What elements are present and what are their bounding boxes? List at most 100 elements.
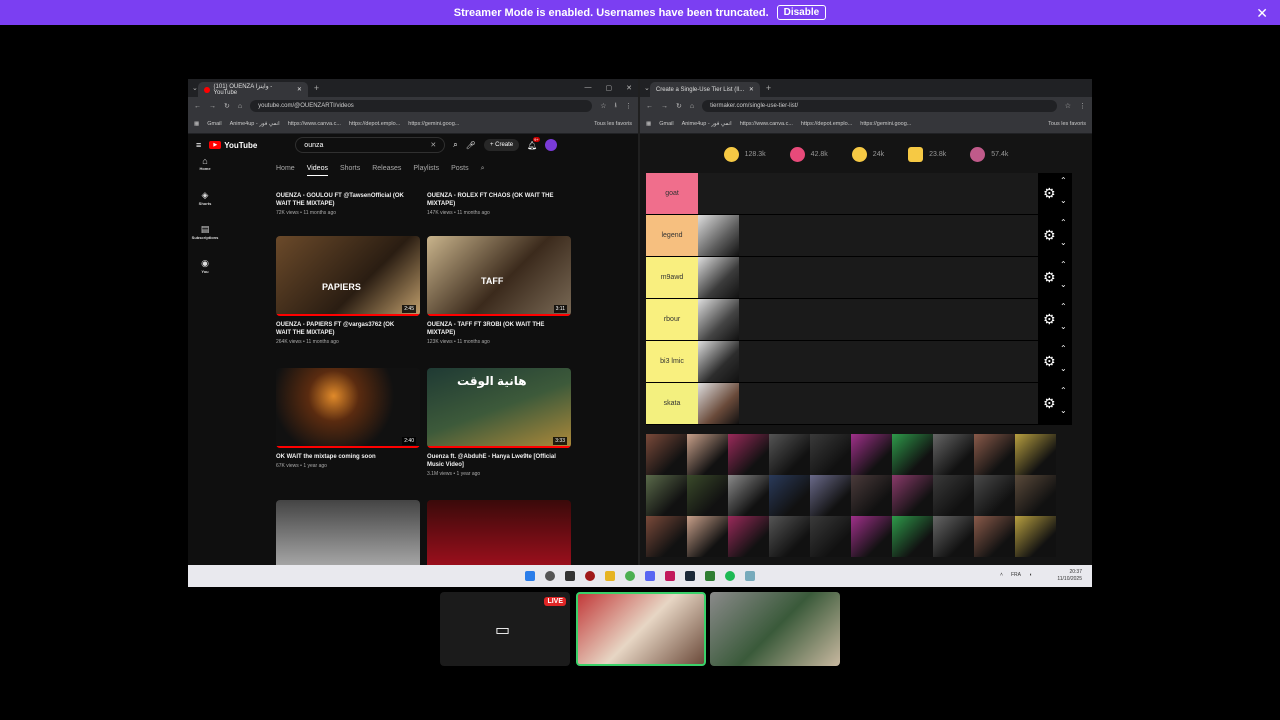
video-title[interactable]: OUENZA - TAFF FT 3ROBI (OK WAIT THE MIXT… bbox=[427, 321, 571, 337]
home-icon[interactable]: ⌂ bbox=[238, 103, 242, 110]
video-title[interactable]: OK WAIT the mixtape coming soon bbox=[276, 453, 420, 461]
pool-item[interactable] bbox=[687, 475, 728, 516]
disable-button[interactable]: Disable bbox=[776, 5, 827, 20]
pool-item[interactable] bbox=[892, 434, 933, 475]
tab-list-icon[interactable]: ⌄ bbox=[644, 84, 650, 92]
close-tab-icon[interactable]: ✕ bbox=[297, 86, 302, 93]
new-tab-icon[interactable]: + bbox=[766, 83, 771, 93]
reaction-hands[interactable]: 23.8k bbox=[908, 146, 946, 162]
nav-you[interactable]: ◉ You bbox=[188, 258, 222, 292]
nav-home[interactable]: ⌂ Home bbox=[188, 156, 222, 190]
pool-item[interactable] bbox=[974, 475, 1015, 516]
close-tab-icon[interactable]: ✕ bbox=[749, 86, 754, 93]
chevron-up-icon[interactable]: ⌃ bbox=[1060, 344, 1067, 353]
chevron-down-icon[interactable]: ⌄ bbox=[1060, 322, 1067, 331]
pool-item[interactable] bbox=[769, 434, 810, 475]
home-icon[interactable]: ⌂ bbox=[690, 103, 694, 110]
pool-item[interactable] bbox=[769, 475, 810, 516]
back-icon[interactable]: ← bbox=[194, 103, 201, 110]
pool-item[interactable] bbox=[1015, 516, 1056, 557]
pool-item[interactable] bbox=[646, 516, 687, 557]
chrome-icon[interactable] bbox=[625, 571, 635, 581]
browser-tab-youtube[interactable]: (101) OUENZA واينزا - YouTube ✕ bbox=[197, 82, 308, 97]
app-icon[interactable] bbox=[745, 571, 755, 581]
pool-item[interactable] bbox=[1015, 475, 1056, 516]
video-title[interactable]: OUENZA - PAPIERS FT @vargas3762 (OK WAIT… bbox=[276, 321, 420, 337]
bookmark-depot[interactable]: https://depot.emplo... bbox=[801, 121, 852, 127]
search-icon[interactable] bbox=[545, 571, 555, 581]
pool-item[interactable] bbox=[892, 516, 933, 557]
pool-item[interactable] bbox=[974, 434, 1015, 475]
gear-icon[interactable]: ⚙ bbox=[1043, 311, 1056, 328]
pool-item[interactable] bbox=[1015, 434, 1056, 475]
maximize-icon[interactable]: ▢ bbox=[606, 84, 613, 92]
video-thumbnail[interactable]: PAPIERS 2:45 bbox=[276, 236, 420, 316]
task-view-icon[interactable] bbox=[565, 571, 575, 581]
apps-icon[interactable]: ▦ bbox=[646, 121, 651, 127]
reload-icon[interactable]: ↻ bbox=[676, 102, 682, 110]
video-title[interactable]: OUENZA - ROLEX FT CHAOS (OK WAIT THE MIX… bbox=[427, 192, 571, 208]
tier-item[interactable] bbox=[698, 215, 739, 256]
video-card[interactable]: 2:40 OK WAIT the mixtape coming soon 67K… bbox=[276, 368, 420, 469]
pool-item[interactable] bbox=[646, 434, 687, 475]
tab-home[interactable]: Home bbox=[276, 165, 295, 176]
video-thumbnail[interactable]: هانية الوقت 3:33 bbox=[427, 368, 571, 448]
bookmark-canva[interactable]: https://www.canva.c... bbox=[288, 121, 341, 127]
webcam-tile[interactable] bbox=[576, 592, 706, 666]
pool-item[interactable] bbox=[646, 475, 687, 516]
bookmark-all-favorites[interactable]: Tous les favoris bbox=[1048, 121, 1086, 127]
tier-item[interactable] bbox=[698, 257, 739, 298]
youtube-logo[interactable]: ▶ YouTube bbox=[209, 141, 257, 150]
mic-icon[interactable]: 🎤︎ bbox=[466, 141, 476, 150]
apps-icon[interactable]: ▦ bbox=[194, 121, 199, 127]
webcam-tile[interactable] bbox=[710, 592, 840, 666]
app-icon[interactable] bbox=[665, 571, 675, 581]
browser-tab-tiermaker[interactable]: Create a Single-Use Tier List (Il... ✕ bbox=[649, 82, 760, 97]
chevron-up-icon[interactable]: ˄ bbox=[1000, 572, 1003, 578]
discord-icon[interactable] bbox=[645, 571, 655, 581]
video-card[interactable]: هانية الوقت 3:33 Ouenza ft. @AbduhE - Ha… bbox=[427, 368, 571, 477]
video-card[interactable]: PAPIERS 2:45 OUENZA - PAPIERS FT @vargas… bbox=[276, 236, 420, 345]
create-button[interactable]: + Create bbox=[483, 139, 520, 151]
pool-item[interactable] bbox=[892, 475, 933, 516]
chevron-down-icon[interactable]: ⌄ bbox=[1060, 238, 1067, 247]
reaction-heart-eyes[interactable]: 42.8k bbox=[789, 146, 828, 162]
tier-label[interactable]: legend bbox=[646, 215, 698, 256]
reaction-laugh[interactable]: 24k bbox=[851, 146, 884, 162]
star-icon[interactable]: ☆ bbox=[1065, 102, 1071, 110]
pool-item[interactable] bbox=[687, 516, 728, 557]
gear-icon[interactable]: ⚙ bbox=[1043, 269, 1056, 286]
start-icon[interactable] bbox=[525, 571, 535, 581]
pool-item[interactable] bbox=[810, 475, 851, 516]
close-icon[interactable]: ✕ bbox=[1256, 5, 1268, 22]
menu-icon[interactable]: ⋮ bbox=[625, 102, 632, 110]
pool-item[interactable] bbox=[728, 434, 769, 475]
video-title[interactable]: Ouenza ft. @AbduhE - Hanya Lwe9te [Offic… bbox=[427, 453, 571, 469]
minimize-icon[interactable]: — bbox=[585, 84, 592, 92]
pool-item[interactable] bbox=[974, 516, 1015, 557]
tier-item[interactable] bbox=[698, 341, 739, 382]
video-thumbnail[interactable] bbox=[276, 500, 420, 565]
search-icon[interactable]: ⌕ bbox=[453, 140, 457, 150]
back-icon[interactable]: ← bbox=[646, 103, 653, 110]
pool-item[interactable] bbox=[810, 434, 851, 475]
bookmark-canva[interactable]: https://www.canva.c... bbox=[740, 121, 793, 127]
video-thumbnail[interactable]: TAFF 3:11 bbox=[427, 236, 571, 316]
tier-label[interactable]: bi3 lmic bbox=[646, 341, 698, 382]
bookmark-anime4up[interactable]: Anime4up - انمي فور bbox=[682, 121, 732, 127]
chevron-down-icon[interactable]: ⌄ bbox=[1060, 364, 1067, 373]
tab-releases[interactable]: Releases bbox=[372, 165, 401, 176]
video-card[interactable]: TAFF 3:11 OUENZA - TAFF FT 3ROBI (OK WAI… bbox=[427, 236, 571, 345]
gear-icon[interactable]: ⚙ bbox=[1043, 185, 1056, 202]
reaction-smile[interactable]: 128.3k bbox=[723, 146, 766, 162]
close-window-icon[interactable]: ✕ bbox=[626, 84, 632, 92]
video-thumbnail[interactable] bbox=[427, 500, 571, 565]
video-card[interactable]: OUENZA - GOULOU FT @TawsenOfficial (OK W… bbox=[276, 192, 420, 216]
gear-icon[interactable]: ⚙ bbox=[1043, 227, 1056, 244]
bookmark-gemini[interactable]: https://gemini.goog... bbox=[860, 121, 911, 127]
file-explorer-icon[interactable] bbox=[605, 571, 615, 581]
steam-icon[interactable] bbox=[685, 571, 695, 581]
chevron-up-icon[interactable]: ⌃ bbox=[1060, 386, 1067, 395]
reload-icon[interactable]: ↻ bbox=[224, 102, 230, 110]
video-card[interactable]: OUENZA - ROLEX FT CHAOS (OK WAIT THE MIX… bbox=[427, 192, 571, 216]
